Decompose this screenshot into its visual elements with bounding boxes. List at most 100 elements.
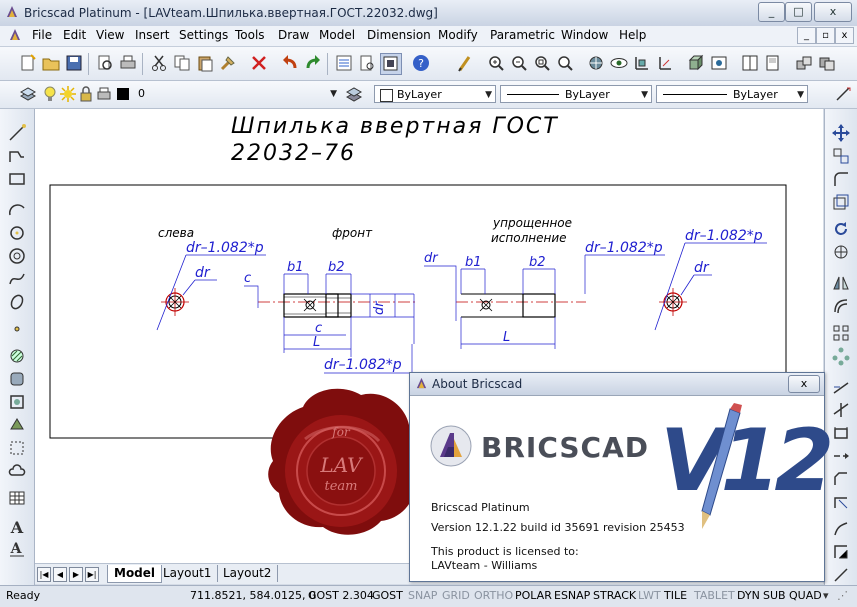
move-icon[interactable] xyxy=(831,123,851,143)
plot-icon[interactable] xyxy=(94,84,114,104)
menu-modify[interactable]: Modify xyxy=(438,28,478,42)
save-icon[interactable] xyxy=(64,53,84,73)
layout-icon[interactable] xyxy=(763,53,783,73)
region-icon[interactable] xyxy=(7,369,27,389)
menu-dimension[interactable]: Dimension xyxy=(367,28,431,42)
wipeout-icon[interactable] xyxy=(7,415,27,435)
zoom-in-icon[interactable] xyxy=(486,53,506,73)
status-toggle-ortho[interactable]: ORTHO xyxy=(474,589,513,602)
pencil-icon[interactable] xyxy=(455,53,475,73)
offset-icon[interactable] xyxy=(831,296,851,316)
circle-icon[interactable] xyxy=(7,223,27,243)
help-icon[interactable]: ? xyxy=(411,53,431,73)
status-menu-arrow-icon[interactable]: ▾ xyxy=(823,589,829,602)
explode-icon[interactable] xyxy=(831,519,851,539)
polar-array-icon[interactable] xyxy=(831,346,851,366)
status-toggle-quad[interactable]: QUAD xyxy=(789,589,822,602)
point-icon[interactable] xyxy=(7,319,27,339)
hatch-icon[interactable] xyxy=(7,346,27,366)
explorer-icon[interactable] xyxy=(357,53,377,73)
lineweight-select[interactable]: ByLayer ▼ xyxy=(656,85,808,103)
freeze-sun-icon[interactable] xyxy=(58,84,78,104)
layer-previous-icon[interactable] xyxy=(344,84,364,104)
break-icon[interactable] xyxy=(831,446,851,466)
tab-next-button[interactable]: ▶ xyxy=(69,567,83,582)
layer-select[interactable]: 0 ▼ xyxy=(133,85,340,103)
menu-tools[interactable]: Tools xyxy=(235,28,265,42)
mdi-close-button[interactable]: x xyxy=(835,27,854,44)
tab-prev-button[interactable]: ◀ xyxy=(53,567,67,582)
cut-icon[interactable] xyxy=(149,53,169,73)
zoom-window-icon[interactable] xyxy=(532,53,552,73)
revcloud-icon[interactable] xyxy=(7,438,27,458)
text-icon[interactable]: A xyxy=(7,517,27,537)
zoom-extents-icon[interactable] xyxy=(555,53,575,73)
status-text-style[interactable]: GOST 2.304 xyxy=(308,589,374,602)
table-icon[interactable] xyxy=(7,488,27,508)
status-toggle-grid[interactable]: GRID xyxy=(442,589,470,602)
status-toggle-tablet[interactable]: TABLET xyxy=(694,589,735,602)
rect-array-icon[interactable] xyxy=(831,323,851,343)
ellipse-icon[interactable] xyxy=(7,292,27,312)
document-icon[interactable] xyxy=(8,28,22,42)
tab-last-button[interactable]: ▶| xyxy=(85,567,99,582)
layer-panel-icon[interactable] xyxy=(18,84,38,104)
color-select[interactable]: ByLayer ▼ xyxy=(374,85,496,103)
box-3d-icon[interactable] xyxy=(686,53,706,73)
fillet-icon[interactable] xyxy=(831,169,851,189)
about-close-button[interactable]: x xyxy=(788,375,820,393)
menu-help[interactable]: Help xyxy=(619,28,646,42)
menu-parametric[interactable]: Parametric xyxy=(490,28,555,42)
donut-icon[interactable] xyxy=(7,246,27,266)
align-icon[interactable] xyxy=(831,565,851,585)
zoom-out-icon[interactable] xyxy=(509,53,529,73)
menu-insert[interactable]: Insert xyxy=(135,28,169,42)
linetype-select[interactable]: ByLayer ▼ xyxy=(500,85,652,103)
resize-grip-icon[interactable]: ⋰ xyxy=(837,589,848,602)
line-icon[interactable] xyxy=(7,123,27,143)
print-icon[interactable] xyxy=(118,53,138,73)
render-icon[interactable] xyxy=(709,53,729,73)
boundary-icon[interactable] xyxy=(7,392,27,412)
mdi-minimize-button[interactable]: _ xyxy=(797,27,816,44)
status-toggle-dyn[interactable]: DYN xyxy=(737,589,760,602)
status-toggle-esnap[interactable]: ESNAP xyxy=(554,589,590,602)
print-preview-icon[interactable] xyxy=(95,53,115,73)
tab-first-button[interactable]: |◀ xyxy=(37,567,51,582)
copy-objects-icon[interactable] xyxy=(831,146,851,166)
extend-icon[interactable] xyxy=(831,423,851,443)
app-icon[interactable] xyxy=(5,5,19,19)
stretch-icon[interactable] xyxy=(831,377,851,397)
maximize-button[interactable]: □ xyxy=(785,2,812,22)
menu-window[interactable]: Window xyxy=(561,28,608,42)
menu-settings[interactable]: Settings xyxy=(179,28,228,42)
mtext-icon[interactable]: A xyxy=(7,539,27,559)
status-toggle-snap[interactable]: SNAP xyxy=(408,589,437,602)
layer-manager-icon[interactable] xyxy=(794,53,814,73)
layer-on-icon[interactable] xyxy=(40,84,60,104)
lock-icon[interactable] xyxy=(76,84,96,104)
open-folder-icon[interactable] xyxy=(41,53,61,73)
polyline-icon[interactable] xyxy=(7,146,27,166)
undo-icon[interactable] xyxy=(280,53,300,73)
tab-layout2[interactable]: Layout2 xyxy=(217,565,279,582)
join-icon[interactable] xyxy=(831,542,851,562)
status-toggle-lwt[interactable]: LWT xyxy=(638,589,661,602)
close-button[interactable]: x xyxy=(814,2,852,22)
trim-icon[interactable] xyxy=(831,400,851,420)
viewports-icon[interactable] xyxy=(740,53,760,73)
match-properties-icon[interactable] xyxy=(218,53,238,73)
orbit-icon[interactable] xyxy=(586,53,606,73)
view-eye-icon[interactable] xyxy=(609,53,629,73)
rectangle-icon[interactable] xyxy=(7,169,27,189)
menu-file[interactable]: File xyxy=(32,28,52,42)
chamfer-icon[interactable] xyxy=(831,469,851,489)
tab-model[interactable]: Model xyxy=(107,565,163,583)
delete-icon[interactable] xyxy=(249,53,269,73)
array-icon[interactable] xyxy=(831,242,851,262)
status-toggle-strack[interactable]: STRACK xyxy=(593,589,636,602)
menu-draw[interactable]: Draw xyxy=(278,28,309,42)
tab-layout1[interactable]: Layout1 xyxy=(157,565,219,582)
redo-icon[interactable] xyxy=(303,53,323,73)
copy-icon[interactable] xyxy=(172,53,192,73)
